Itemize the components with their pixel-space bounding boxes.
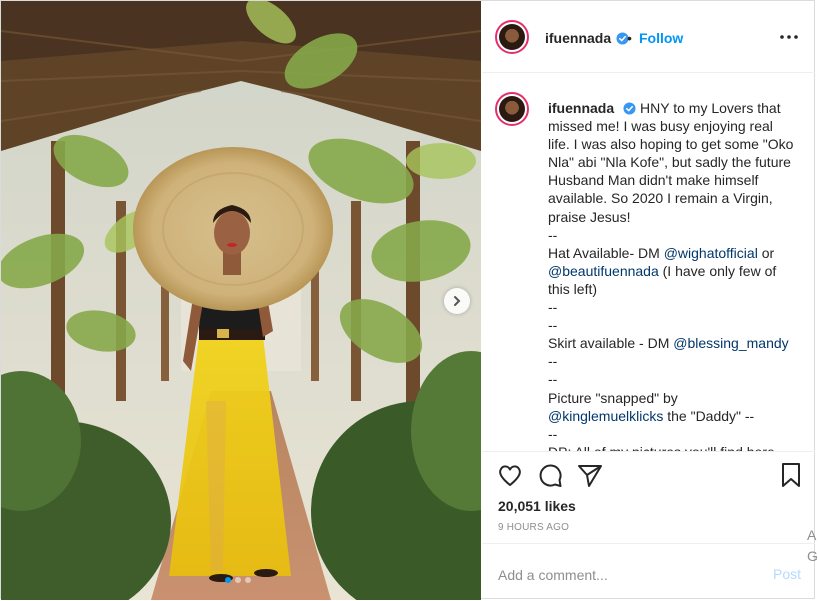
caption-line: --	[548, 299, 558, 316]
comment-icon[interactable]	[536, 461, 564, 489]
bookmark-icon[interactable]	[777, 461, 805, 489]
caption-text: ifuennada HNY to my Lovers that missed m…	[548, 99, 798, 451]
heart-icon[interactable]	[496, 461, 524, 489]
more-horizontal-icon	[780, 35, 798, 39]
caption-line: --	[548, 317, 558, 334]
carousel-indicator	[225, 577, 251, 583]
carousel-dot	[245, 577, 251, 583]
caption-mention-link[interactable]: @blessing_mandy	[673, 335, 788, 351]
more-options-button[interactable]	[778, 27, 800, 47]
action-bar: 20,051 likes 9 HOURS AGO	[482, 451, 815, 541]
paper-plane-icon[interactable]	[576, 461, 604, 489]
post-comment-button[interactable]: Post	[773, 566, 801, 582]
verified-badge-icon	[623, 102, 636, 115]
comment-composer: Post	[482, 543, 815, 600]
caption-mention-link[interactable]: @kinglemuelklicks	[548, 408, 663, 424]
header-username-text[interactable]: ifuennada	[545, 30, 611, 46]
caption-line: --	[548, 425, 558, 442]
caption-line: HNY to my Lovers that missed me! I was b…	[548, 100, 798, 225]
chevron-right-icon	[454, 296, 461, 306]
comment-input[interactable]	[498, 566, 748, 584]
offscreen-letter: G	[807, 548, 818, 564]
likes-count[interactable]: 20,051 likes	[498, 498, 576, 514]
caption-line: Skirt available - DM	[548, 335, 674, 352]
photo-scene	[1, 1, 481, 600]
offscreen-letter: A	[807, 527, 817, 543]
carousel-dot	[225, 577, 231, 583]
avatar-image	[499, 24, 525, 50]
caption-line: the "Daddy" --	[663, 407, 755, 424]
carousel-next-button[interactable]	[444, 288, 470, 314]
avatar[interactable]	[495, 20, 529, 54]
caption-line: Picture "snapped" by	[548, 389, 678, 406]
caption-line: or	[757, 244, 775, 261]
header-username[interactable]: ifuennada	[545, 30, 629, 46]
caption-line: --	[548, 371, 558, 388]
caption-username[interactable]: ifuennada	[548, 100, 614, 116]
follow-button[interactable]: Follow	[639, 30, 683, 46]
caption-line: --	[548, 226, 558, 243]
caption-area: ifuennada HNY to my Lovers that missed m…	[482, 73, 815, 451]
caption-line: DP: All of my pictures you'll find here	[548, 444, 775, 451]
carousel-dot	[235, 577, 241, 583]
instagram-post: ifuennada • Follow ifuennada HNY to my L…	[0, 0, 815, 600]
header-bullet: •	[627, 30, 632, 46]
post-header: ifuennada • Follow	[482, 1, 815, 73]
post-timestamp[interactable]: 9 HOURS AGO	[498, 522, 569, 533]
post-photo[interactable]	[1, 1, 481, 600]
caption-mention-link[interactable]: @wighatofficial	[664, 245, 758, 261]
post-side-panel: ifuennada • Follow ifuennada HNY to my L…	[482, 1, 815, 600]
caption-line: Hat Available- DM	[548, 244, 664, 261]
caption-avatar[interactable]	[495, 92, 529, 126]
caption-mention-link[interactable]: @beautifuennada	[548, 263, 659, 279]
caption-line: --	[548, 353, 558, 370]
avatar-image	[499, 96, 525, 122]
